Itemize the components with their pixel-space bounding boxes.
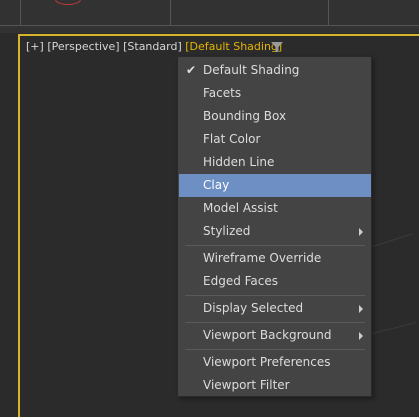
- menu-item-facets[interactable]: Facets: [179, 82, 371, 105]
- frame-tick: [20, 0, 21, 26]
- frame-line: [0, 25, 419, 26]
- menu-separator: [185, 322, 365, 323]
- menu-item-flat-color[interactable]: Flat Color: [179, 128, 371, 151]
- menu-item-bounding-box[interactable]: Bounding Box: [179, 105, 371, 128]
- filter-icon[interactable]: [271, 42, 283, 52]
- menu-item-display-selected[interactable]: Display Selected: [179, 297, 371, 320]
- viewport-standard-menu[interactable]: [Standard]: [123, 40, 182, 54]
- menu-item-wireframe-override[interactable]: Wireframe Override: [179, 247, 371, 270]
- viewport-view-menu[interactable]: [Perspective]: [47, 40, 119, 54]
- submenu-arrow-icon: [359, 332, 363, 340]
- menu-item-edged-faces[interactable]: Edged Faces: [179, 270, 371, 293]
- viewport-top-strip: [0, 0, 419, 33]
- menu-item-hidden-line[interactable]: Hidden Line: [179, 151, 371, 174]
- frame-tick: [328, 0, 329, 26]
- menu-separator: [185, 349, 365, 350]
- menu-separator: [185, 295, 365, 296]
- menu-item-viewport-preferences[interactable]: Viewport Preferences: [179, 351, 371, 374]
- frame-tick: [170, 0, 171, 26]
- menu-item-model-assist[interactable]: Model Assist: [179, 197, 371, 220]
- menu-item-viewport-filter[interactable]: Viewport Filter: [179, 374, 371, 397]
- menu-item-stylized[interactable]: Stylized: [179, 220, 371, 243]
- viewport-plus-menu[interactable]: [+]: [26, 40, 44, 54]
- submenu-arrow-icon: [359, 228, 363, 236]
- check-icon: ✔: [186, 63, 197, 77]
- viewport-shading-menu[interactable]: [Default Shading]: [185, 40, 282, 54]
- menu-item-clay[interactable]: Clay: [179, 174, 371, 197]
- submenu-arrow-icon: [359, 305, 363, 313]
- red-object-mark: [55, 0, 81, 5]
- menu-item-default-shading[interactable]: ✔ Default Shading: [179, 59, 371, 82]
- shading-dropdown-menu: ✔ Default Shading Facets Bounding Box Fl…: [177, 56, 372, 397]
- menu-separator: [185, 245, 365, 246]
- menu-item-viewport-background[interactable]: Viewport Background: [179, 324, 371, 347]
- viewport-label: [+] [Perspective] [Standard] [Default Sh…: [26, 40, 282, 54]
